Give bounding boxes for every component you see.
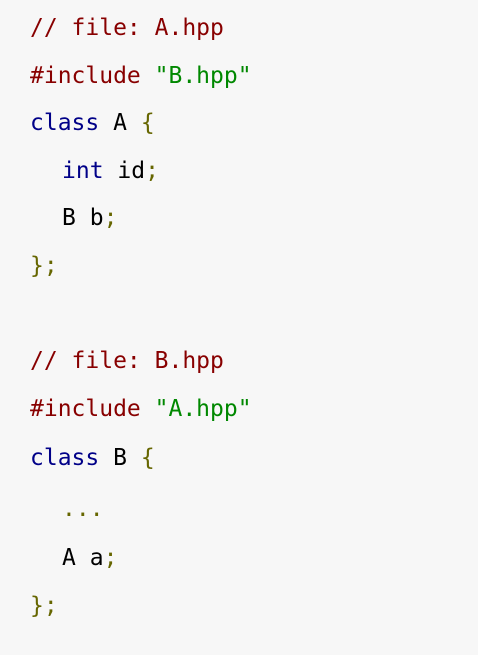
semicolon: ; [43,253,58,279]
open-brace: { [140,445,155,471]
code-line-b-member-a: A a; [30,542,117,574]
include-path: "B.hpp" [154,63,252,89]
member-name: b [89,205,104,231]
include-directive: #include [30,396,141,422]
member-type: int [62,158,104,184]
semicolon: ; [103,545,118,571]
open-brace: { [140,110,155,136]
code-line-a-comment: // file: A.hpp [30,12,224,44]
code-line-a-class: class A { [30,107,155,139]
code-line-a-member-b: B b; [30,202,117,234]
include-path: "A.hpp" [154,396,252,422]
member-name: id [117,158,146,184]
comment: // file: A.hpp [30,15,224,41]
class-name: A [113,110,127,136]
comment: // file: B.hpp [30,348,224,374]
semicolon: ; [43,593,58,619]
member-type: B [62,205,76,231]
member-name: a [89,545,104,571]
ellipsis: ... [62,496,104,522]
member-type: A [62,545,76,571]
class-keyword: class [30,110,100,136]
semicolon: ; [103,205,118,231]
code-line-a-member-id: int id; [30,155,159,187]
code-line-b-include: #include "A.hpp" [30,393,252,425]
class-name: B [113,445,127,471]
semicolon: ; [145,158,159,184]
close-brace: } [30,253,44,279]
code-line-b-close: }; [30,590,58,622]
code-line-a-close: }; [30,250,58,282]
include-directive: #include [30,63,141,89]
close-brace: } [30,593,44,619]
code-line-a-include: #include "B.hpp" [30,60,252,92]
code-block: // file: A.hpp #include "B.hpp" class A … [0,0,478,655]
class-keyword: class [30,445,100,471]
code-line-b-ellipsis: ... [30,493,104,525]
code-line-b-class: class B { [30,442,155,474]
code-line-b-comment: // file: B.hpp [30,345,224,377]
